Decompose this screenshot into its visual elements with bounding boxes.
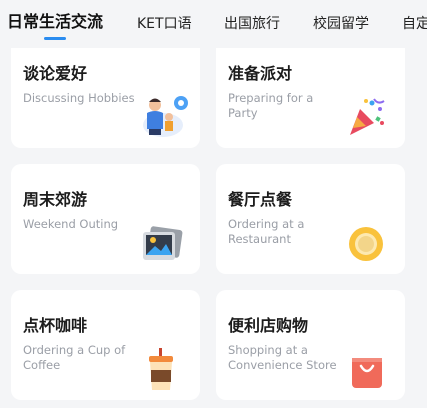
scenario-card-weekend-outing[interactable]: 周末郊游 Weekend Outing (11, 164, 200, 274)
tab-campus-study[interactable]: 校园留学 (313, 14, 369, 34)
party-popper-icon (350, 98, 385, 135)
card-subtitle: Ordering a Cup of Coffee (23, 343, 126, 372)
card-subtitle: Shopping at a Convenience Store (228, 343, 337, 372)
category-tabs: 日常生活交流 KET口语 出国旅行 校园留学 自定 (0, 0, 427, 48)
tab-ket-speaking[interactable]: KET口语 (137, 14, 192, 34)
card-title: 便利店购物 (228, 316, 309, 335)
tab-daily-life[interactable]: 日常生活交流 (7, 12, 103, 32)
card-subtitle: Discussing Hobbies (23, 91, 135, 105)
scenario-card-restaurant[interactable]: 餐厅点餐 Ordering at a Restaurant (216, 164, 405, 274)
active-tab-indicator (44, 37, 66, 40)
card-title: 谈论爱好 (23, 64, 88, 83)
photo-album-icon (143, 226, 183, 260)
card-title: 准备派对 (228, 64, 293, 83)
card-subtitle: Weekend Outing (23, 217, 119, 231)
scenario-card-hobbies[interactable]: 谈论爱好 Discussing Hobbies (11, 38, 200, 148)
plate-icon (349, 227, 383, 261)
scenario-card-party[interactable]: 准备派对 Preparing for a Party (216, 38, 405, 148)
coffee-cup-icon (149, 348, 173, 390)
card-title: 周末郊游 (23, 190, 88, 209)
card-title: 餐厅点餐 (228, 190, 293, 209)
family-icon (143, 96, 188, 137)
card-subtitle: Preparing for a Party (228, 91, 314, 120)
card-title: 点杯咖啡 (23, 316, 88, 335)
scenario-card-coffee[interactable]: 点杯咖啡 Ordering a Cup of Coffee (11, 290, 200, 400)
tab-custom[interactable]: 自定 (402, 14, 427, 34)
tab-travel-abroad[interactable]: 出国旅行 (224, 14, 280, 34)
card-subtitle: Ordering at a Restaurant (228, 217, 305, 246)
shopping-bag-icon (352, 358, 382, 388)
scenario-card-convenience-store[interactable]: 便利店购物 Shopping at a Convenience Store (216, 290, 405, 400)
